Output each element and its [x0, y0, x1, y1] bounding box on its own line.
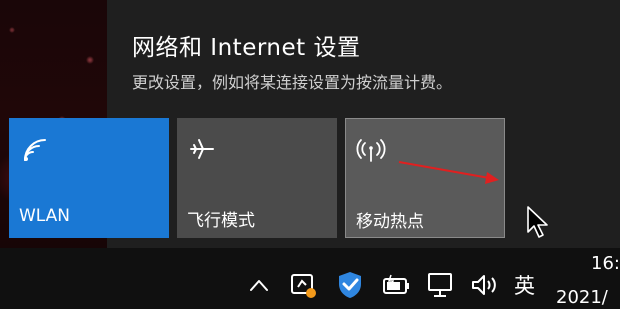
- volume-tray-button[interactable]: [468, 270, 500, 300]
- airplane-icon: [190, 139, 214, 159]
- clock-date[interactable]: 2021/: [556, 287, 608, 308]
- shield-icon: [339, 272, 361, 298]
- chevron-up-icon: [250, 280, 268, 291]
- mobile-hotspot-label: 移动热点: [356, 212, 424, 232]
- battery-icon: [383, 274, 409, 294]
- show-hidden-icons-button[interactable]: [246, 270, 272, 300]
- red-arrow-annotation: [398, 161, 499, 184]
- network-tray-button[interactable]: [425, 270, 457, 300]
- mouse-cursor-icon: [527, 206, 548, 238]
- wlan-label: WLAN: [19, 206, 71, 226]
- wifi-icon: [24, 139, 46, 161]
- volume-icon: [472, 275, 496, 295]
- screen: 网络和 Internet 设置 更改设置，例如将某连接设置为按流量计费。 WLA…: [0, 0, 620, 309]
- clock-time[interactable]: 16:: [591, 253, 620, 274]
- network-icon: [428, 273, 452, 297]
- monitor-badge-icon: [291, 274, 316, 298]
- security-tray-button[interactable]: [335, 270, 365, 300]
- input-language-indicator[interactable]: 英: [514, 270, 535, 300]
- airplane-mode-label: 飞行模式: [187, 211, 255, 231]
- tray-app-icon[interactable]: [288, 270, 320, 300]
- hotspot-icon: [356, 139, 386, 162]
- battery-tray-button[interactable]: [381, 270, 411, 300]
- panel-subtitle: 更改设置，例如将某连接设置为按流量计费。: [132, 73, 453, 92]
- network-settings-link[interactable]: 网络和 Internet 设置: [132, 28, 360, 62]
- wlan-toggle-tile[interactable]: WLAN: [9, 118, 169, 238]
- airplane-mode-toggle-tile[interactable]: 飞行模式: [177, 118, 337, 238]
